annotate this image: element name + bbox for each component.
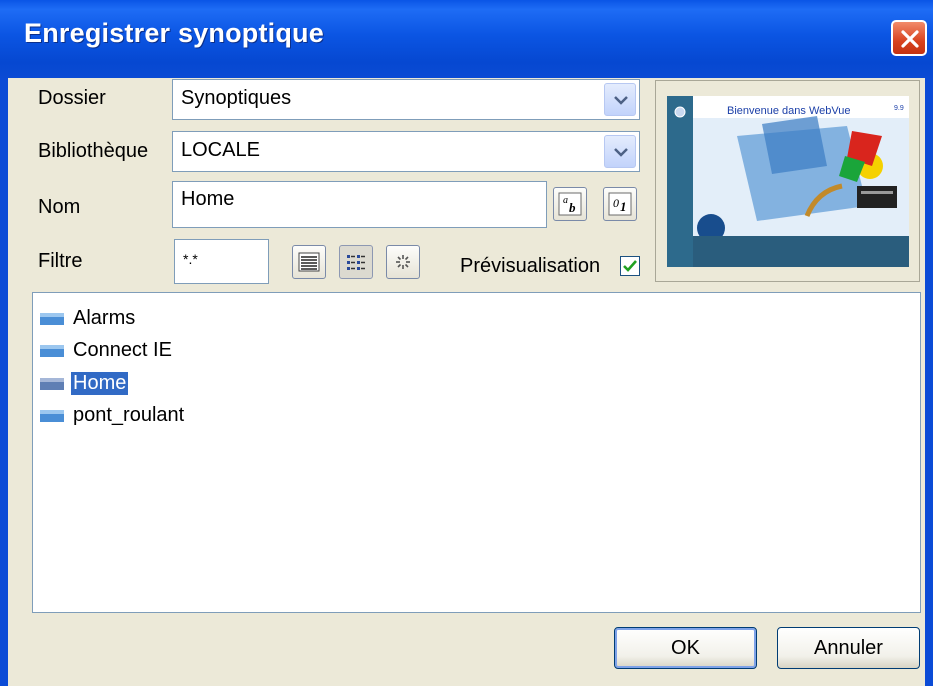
dossier-value: Synoptiques — [181, 87, 292, 109]
bibliotheque-label: Bibliothèque — [38, 140, 149, 162]
nom-value: Home — [181, 188, 235, 210]
ok-button[interactable]: OK — [614, 627, 757, 669]
synoptic-file-icon — [40, 345, 64, 357]
bibliotheque-select[interactable]: LOCALE — [172, 131, 640, 172]
preview-image: Bienvenue dans WebVue 9.9 — [667, 96, 909, 267]
preview-label: Prévisualisation — [460, 255, 601, 277]
svg-text:0: 0 — [613, 196, 619, 210]
window-border-right — [925, 78, 933, 686]
cancel-button[interactable]: Annuler — [777, 627, 920, 669]
list-item-label: pont_roulant — [73, 404, 185, 426]
preview-pane: Bienvenue dans WebVue 9.9 — [655, 80, 920, 282]
text-ab-icon: a b — [558, 192, 582, 216]
title-bar: Enregistrer synoptique — [0, 0, 933, 78]
close-button[interactable] — [891, 20, 927, 56]
filtre-label: Filtre — [38, 250, 83, 272]
dossier-select[interactable]: Synoptiques — [172, 79, 640, 120]
numeric-format-button[interactable]: 0 1 — [603, 187, 637, 221]
nom-label: Nom — [38, 196, 81, 218]
dossier-dropdown-button[interactable] — [604, 83, 636, 116]
preview-version: 9.9 — [894, 105, 904, 112]
window-title: Enregistrer synoptique — [24, 18, 324, 48]
chevron-down-icon — [614, 96, 628, 105]
synoptic-file-icon — [40, 410, 64, 422]
list-view-icon — [347, 255, 365, 270]
synoptic-file-list[interactable]: Alarms Connect IE Home pont_roulant — [32, 292, 921, 613]
refresh-icon — [396, 255, 410, 269]
preview-heading: Bienvenue dans WebVue — [727, 105, 851, 117]
chevron-down-icon — [614, 148, 628, 157]
list-item-label: Alarms — [73, 307, 136, 329]
numeric-01-icon: 0 1 — [608, 192, 632, 216]
dossier-label: Dossier — [38, 87, 106, 109]
synoptic-file-icon — [40, 313, 64, 325]
details-view-icon — [298, 252, 320, 272]
svg-text:b: b — [569, 200, 576, 215]
list-view-button[interactable] — [339, 245, 373, 279]
bibliotheque-value: LOCALE — [181, 139, 260, 161]
nom-input[interactable]: Home — [172, 181, 547, 228]
svg-text:1: 1 — [620, 199, 627, 214]
close-icon — [901, 30, 919, 48]
checkmark-icon — [623, 260, 637, 272]
window-border-left — [0, 78, 8, 686]
svg-text:a: a — [563, 195, 568, 206]
text-format-button[interactable]: a b — [553, 187, 587, 221]
list-item-label: Home — [71, 372, 129, 395]
filtre-input[interactable]: *.* — [174, 239, 269, 284]
webvue-thumbnail-image: Bienvenue dans WebVue 9.9 — [667, 96, 909, 267]
preview-checkbox[interactable] — [620, 256, 640, 276]
synoptic-file-icon — [40, 378, 64, 390]
bibliotheque-dropdown-button[interactable] — [604, 135, 636, 168]
details-view-button[interactable] — [292, 245, 326, 279]
list-item-label: Connect IE — [73, 339, 172, 361]
refresh-button[interactable] — [386, 245, 420, 279]
filtre-value: *.* — [183, 251, 198, 267]
